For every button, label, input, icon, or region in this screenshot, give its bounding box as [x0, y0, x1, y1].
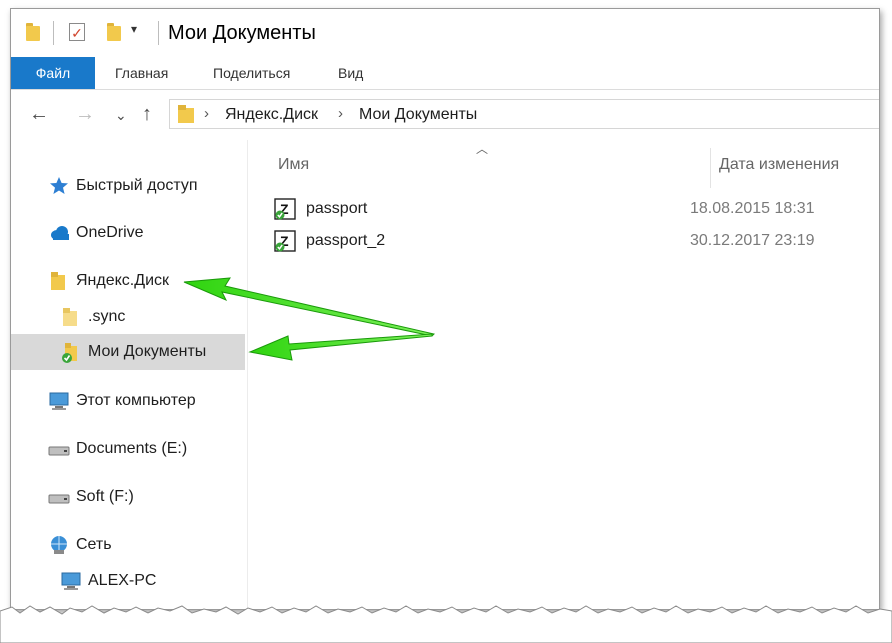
breadcrumb-yandex-disk[interactable]: Яндекс.Диск — [225, 106, 318, 124]
customize-dropdown-icon[interactable]: ▾ — [131, 22, 137, 36]
star-icon — [49, 176, 69, 196]
nav-item-quick-access[interactable]: Быстрый доступ — [11, 168, 245, 204]
synced-folder-icon — [61, 342, 81, 363]
ribbon-tabs: Файл Главная Поделиться Вид — [11, 57, 879, 90]
nav-item-sync[interactable]: .sync — [11, 299, 245, 335]
chevron-right-icon: › — [204, 105, 209, 122]
file-date: 18.08.2015 18:31 — [690, 200, 815, 217]
nav-item-label: ALEX-PC — [88, 572, 157, 589]
breadcrumb-my-documents[interactable]: Мои Документы — [359, 106, 477, 124]
nav-item-label: Documents (E:) — [76, 440, 188, 457]
column-header-date-modified[interactable]: Дата изменения — [719, 156, 839, 174]
nav-item-alex-pc[interactable]: ALEX-PC — [11, 563, 245, 599]
torn-edge-decoration — [0, 605, 892, 643]
network-icon — [48, 535, 68, 555]
drive-icon — [48, 439, 70, 459]
nav-item-this-pc[interactable]: Этот компьютер — [11, 383, 245, 419]
cloud-icon — [49, 223, 69, 243]
nav-item-onedrive[interactable]: OneDrive — [11, 215, 245, 251]
file-row[interactable]: Z passport 18.08.2015 18:31 — [274, 194, 874, 224]
properties-check-icon[interactable]: ✓ — [69, 23, 85, 41]
nav-item-my-documents[interactable]: Мои Документы — [11, 334, 245, 370]
navigation-bar: ← → ⌄ ↑ › Яндекс.Диск › Мои Документы — [11, 90, 879, 140]
tab-view[interactable]: Вид — [338, 57, 363, 89]
computer-icon — [48, 391, 69, 411]
address-bar[interactable]: › Яндекс.Диск › Мои Документы — [169, 99, 879, 129]
title-bar: ✓ ▾ Мои Документы — [11, 9, 879, 57]
drive-icon — [48, 487, 70, 507]
file-date: 30.12.2017 23:19 — [690, 232, 815, 249]
file-name: passport_2 — [306, 232, 386, 249]
computer-icon — [60, 571, 81, 591]
back-arrow-icon[interactable]: ← — [29, 102, 49, 126]
tab-home[interactable]: Главная — [115, 57, 168, 89]
synced-archive-icon: Z — [274, 230, 296, 252]
nav-item-label: .sync — [88, 308, 126, 325]
nav-item-drive-f[interactable]: Soft (F:) — [11, 479, 245, 515]
nav-item-network[interactable]: Сеть — [11, 527, 245, 563]
nav-item-label: OneDrive — [76, 224, 144, 241]
toolbar-divider — [158, 21, 159, 45]
file-list: ︿ Имя Дата изменения Z passport 18.08.20… — [248, 140, 879, 609]
nav-item-label: Быстрый доступ — [76, 177, 198, 194]
file-row[interactable]: Z passport_2 30.12.2017 23:19 — [274, 226, 874, 256]
nav-item-yandex-disk[interactable]: Яндекс.Диск — [11, 263, 245, 299]
tab-file[interactable]: Файл — [11, 57, 95, 89]
file-name: passport — [306, 200, 368, 217]
navigation-pane: Быстрый доступ OneDrive Яндекс.Диск .syn… — [11, 140, 248, 609]
window-title: Мои Документы — [168, 22, 316, 44]
folder-icon — [51, 271, 71, 291]
folder-icon[interactable] — [26, 23, 40, 41]
recent-locations-chevron-icon[interactable]: ⌄ — [115, 103, 127, 127]
new-folder-icon[interactable] — [107, 23, 121, 41]
tab-share[interactable]: Поделиться — [213, 57, 290, 89]
sort-ascending-icon: ︿ — [476, 142, 489, 156]
nav-item-label: Этот компьютер — [76, 392, 196, 409]
nav-item-drive-e[interactable]: Documents (E:) — [11, 431, 245, 467]
nav-item-label: Яндекс.Диск — [76, 272, 170, 289]
synced-archive-icon: Z — [274, 198, 296, 220]
folder-icon — [178, 105, 194, 128]
up-arrow-icon[interactable]: ↑ — [142, 102, 152, 126]
folder-icon — [63, 307, 83, 327]
column-divider[interactable] — [710, 148, 711, 188]
forward-arrow-icon[interactable]: → — [75, 102, 95, 126]
toolbar-divider — [53, 21, 54, 45]
nav-item-label: Сеть — [76, 536, 112, 553]
nav-item-label: Soft (F:) — [76, 488, 134, 505]
column-header-name[interactable]: Имя — [278, 156, 309, 174]
nav-item-label: Мои Документы — [88, 343, 207, 360]
chevron-right-icon: › — [338, 105, 343, 122]
explorer-window: ✓ ▾ Мои Документы Файл Главная Поделитьс… — [10, 8, 880, 610]
